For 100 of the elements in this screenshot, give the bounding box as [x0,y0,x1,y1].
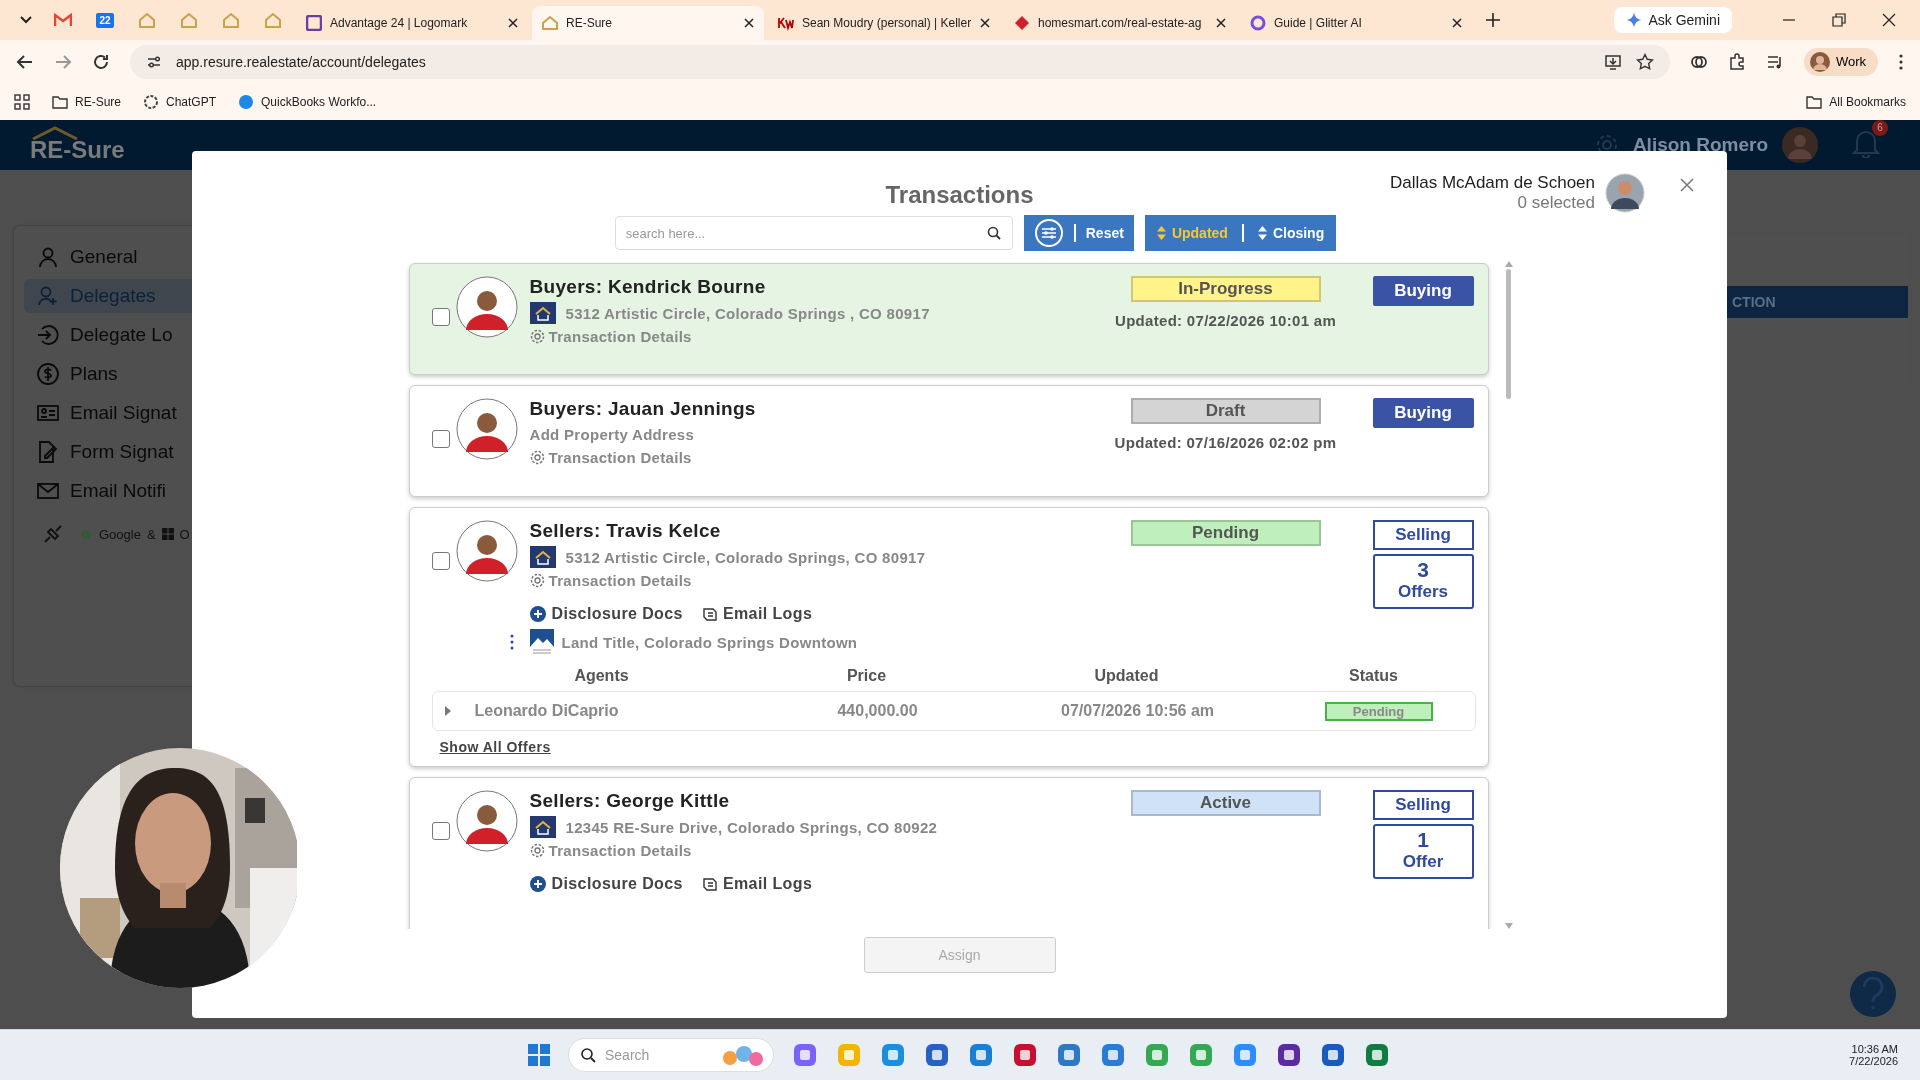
gear-icon [529,843,545,858]
roof-icon [30,126,80,140]
browser-tab[interactable]: RE-Sure [532,6,764,40]
party-name[interactable]: Buyers: Jauan Jennings [529,398,1131,420]
login-icon [36,323,60,347]
document-link[interactable]: Disclosure Docs [529,875,683,893]
integration-label: O [179,526,190,542]
new-tab-icon[interactable] [1486,13,1500,27]
search-field[interactable]: search here... [614,216,1013,250]
browser-tab[interactable]: Guide | Glitter AI [1240,6,1472,40]
scrollbar[interactable] [1504,261,1513,929]
square-logo-icon [306,15,322,31]
checkbox[interactable] [431,430,450,448]
party-name[interactable]: Sellers: Travis Kelce [529,520,1131,542]
apps-grid-icon[interactable] [14,93,30,110]
transaction-card[interactable] [408,507,1489,767]
checkbox[interactable] [431,822,450,840]
integration-label: Google [99,526,141,542]
offer-count: 1 [1417,828,1429,852]
table-cell-text: 440,000.00 [836,702,919,720]
start-icon[interactable] [528,1044,550,1066]
profile-button[interactable]: Work [1803,47,1878,76]
gear-icon [529,450,545,465]
reset-button[interactable]: Reset [1023,215,1134,251]
bookmark[interactable]: ChatGPT [143,93,217,110]
tab-title: RE-Sure [566,16,613,30]
search-icon[interactable] [986,226,1001,240]
house-icon [180,12,198,28]
search-icon [580,1047,596,1063]
bookmark[interactable]: QuickBooks Workfo... [238,93,377,110]
install-icon[interactable] [1603,53,1622,70]
close-tab-icon[interactable] [508,18,518,28]
avatar [1605,173,1645,213]
close-icon[interactable] [1882,13,1896,27]
g-logo-icon [1250,15,1266,31]
status-badge: Pending [1324,701,1433,721]
browser-tab[interactable]: homesmart.com/real-estate-ag [1004,6,1236,40]
taskbar-search-field[interactable]: Search [568,1038,774,1072]
clock-date[interactable]: 7/22/2026 [1849,1055,1898,1067]
transaction-details-link[interactable]: Transaction Details [529,842,1131,859]
role-badge: Selling [1372,520,1474,550]
document-link[interactable]: Email Logs [702,875,813,893]
transaction-card[interactable]: Buyers: Kendrick Bourne 5312 Artistic Circle, Colorado Springs , CO 80917 Transaction Details In-Progress Updated: 07/22/2026 10:01 am Buying [408,263,1489,375]
gear-icon [529,573,545,588]
title-company[interactable]: Land Title, Colorado Springs Downtown [561,633,858,651]
checkbox[interactable] [431,552,450,570]
house-icon [138,12,156,28]
close-tab-icon[interactable] [1216,18,1226,28]
restore-icon[interactable] [1832,13,1846,27]
reload-icon[interactable] [92,52,110,71]
log-icon [702,877,717,891]
house-icon [542,15,558,31]
back-icon[interactable] [16,52,34,71]
offers-button[interactable]: 3 Offers [1372,554,1474,609]
more-icon[interactable] [509,634,514,650]
mail-icon [54,13,72,27]
document-link[interactable]: Email Logs [702,605,813,623]
tab-title: Advantage 24 | Logomark [330,16,469,30]
sort-option[interactable]: Closing [1257,225,1325,241]
browser-tab[interactable]: Advantage 24 | Logomark [296,6,528,40]
property-address[interactable]: 5312 Artistic Circle, Colorado Springs, CO 80917 [565,548,926,566]
pinned-tab[interactable]: 22 [86,4,124,36]
star-icon[interactable] [1635,52,1654,71]
sort-icon [1257,226,1267,240]
all-bookmarks-button[interactable]: All Bookmarks [1806,93,1906,110]
offer-label: Offers [1397,582,1449,602]
clock-time[interactable]: 10:36 AM [1851,1043,1898,1055]
letter-logo-icon [778,15,794,31]
checkbox[interactable] [431,308,450,326]
scroll-up-icon[interactable] [1504,261,1513,267]
ask-gemini-button[interactable]: Ask Gemini [1614,7,1732,33]
sidebar-label: General [70,246,138,268]
offer-row[interactable]: Leonardo DiCaprio 440,000.00 07/07/2026 10:56 am Pending [431,691,1476,731]
close-tab-icon[interactable] [980,18,990,28]
show-all-offers-link[interactable]: Show All Offers [439,739,551,755]
forward-icon[interactable] [54,52,72,71]
diamond-icon [1014,15,1030,31]
party-name[interactable]: Buyers: Kendrick Bourne [529,276,1131,298]
document-link[interactable]: Disclosure Docs [529,605,683,623]
puzzle-icon[interactable] [1727,52,1746,71]
tab-search-icon[interactable] [20,16,32,24]
party-name[interactable]: Sellers: George Kittle [529,790,1131,812]
calendar-icon: 22 [96,12,114,28]
property-address[interactable]: Add Property Address [529,426,695,443]
sidebar-label: Form Signat [70,441,174,463]
transaction-card[interactable]: Buyers: Jauan Jennings Add Property Address Transaction Details Draft Updated: 07/16/2026 02:02 pm Buying [408,385,1489,497]
browser-tab[interactable]: Sean Moudry (personal) | Keller [768,6,1000,40]
bookmark[interactable]: RE-Sure [52,93,121,110]
transaction-details-link[interactable]: Transaction Details [529,572,1131,589]
close-tab-icon[interactable] [1452,18,1462,28]
sort-icon [1156,226,1166,240]
scroll-down-icon[interactable] [1504,923,1513,929]
address-field[interactable]: app.resure.realestate/account/delegates [130,44,1670,79]
transaction-card[interactable]: Sellers: George Kittle 12345 RE-Sure Drive, Colorado Springs, CO 80922 Transaction Details Disclosure Docs Email Logs Active Selling 1 Offer [408,777,1489,929]
property-address[interactable]: 12345 RE-Sure Drive, Colorado Springs, CO 80922 [565,818,938,836]
close-tab-icon[interactable] [744,18,754,28]
menu-icon[interactable] [1898,52,1904,71]
expand-icon[interactable] [442,706,453,716]
sidebar-label: Delegate Lo [70,324,173,346]
offers-button[interactable]: 1 Offer [1372,824,1474,879]
